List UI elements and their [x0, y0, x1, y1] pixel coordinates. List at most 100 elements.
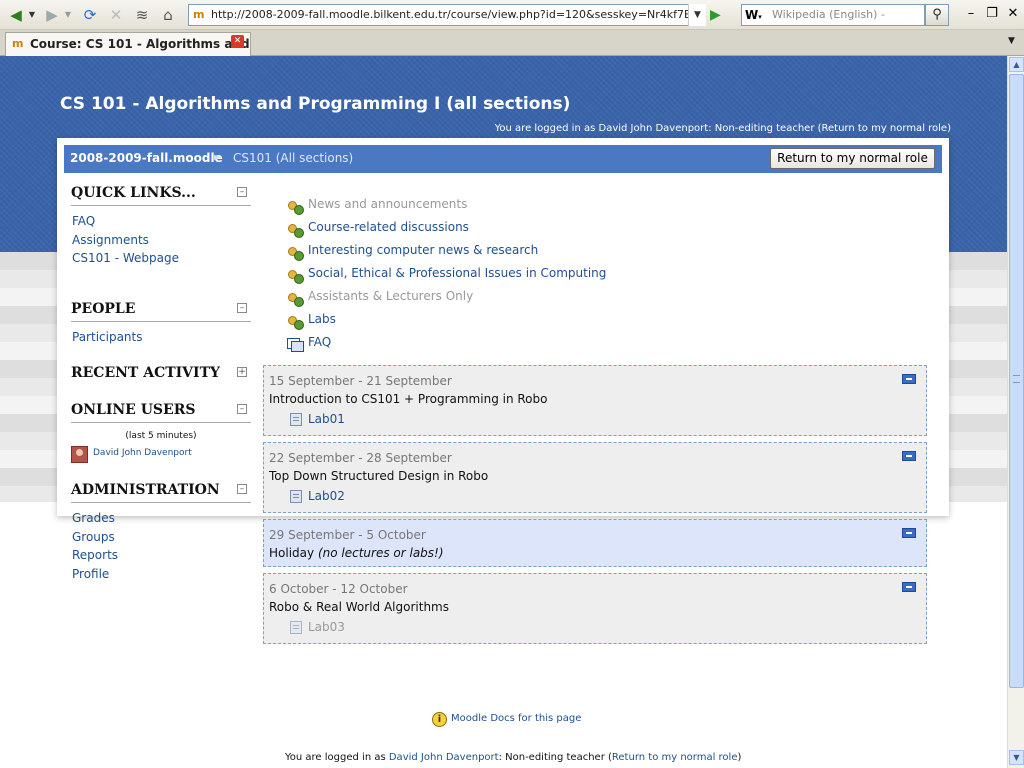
- link-grades[interactable]: Grades: [71, 509, 251, 528]
- back-icon[interactable]: ◀: [6, 5, 26, 25]
- forum-link[interactable]: Course-related discussions: [308, 220, 469, 234]
- forward-history-icon[interactable]: ▼: [63, 5, 73, 25]
- breadcrumb-current: CS101 (All sections): [233, 151, 354, 165]
- page-viewport: CS 101 - Algorithms and Programming I (a…: [0, 56, 1007, 768]
- week-dates: 15 September - 21 September: [269, 374, 452, 388]
- header-login-info[interactable]: You are logged in as David John Davenpor…: [495, 123, 951, 134]
- moodle-favicon-icon: m: [193, 8, 205, 21]
- list-item: Social, Ethical & Professional Issues in…: [287, 263, 687, 286]
- online-user-link[interactable]: David John Davenport: [93, 448, 192, 458]
- block-header: ADMINISTRATION –: [71, 479, 251, 503]
- url-text: http://2008-2009-fall.moodle.bilkent.edu…: [211, 8, 706, 21]
- tab-course[interactable]: m Course: CS 101 - Algorithms and ...: [5, 32, 251, 56]
- minimize-icon[interactable]: –: [963, 6, 979, 22]
- week-section: 15 September - 21 September Introduction…: [263, 365, 927, 436]
- footer-user-link[interactable]: David John Davenport: [389, 752, 499, 763]
- link-profile[interactable]: Profile: [71, 565, 251, 584]
- close-window-icon[interactable]: ✕: [1005, 6, 1021, 22]
- back-history-icon[interactable]: ▼: [27, 5, 37, 25]
- breadcrumb: 2008-2009-fall.moodle ► CS101 (All secti…: [64, 145, 942, 173]
- collapse-icon[interactable]: –: [237, 187, 247, 197]
- block-header: RECENT ACTIVITY +: [71, 362, 251, 386]
- chat-icon: [287, 337, 304, 352]
- scroll-down-icon[interactable]: ▼: [1009, 750, 1024, 765]
- week-section-current: 29 September - 5 October Holiday (no lec…: [263, 519, 927, 567]
- collapse-icon[interactable]: –: [237, 404, 247, 414]
- footer-login-info: You are logged in as David John Davenpor…: [285, 752, 741, 763]
- resource-icon: [290, 490, 302, 503]
- week-title-text: Holiday: [269, 546, 315, 560]
- forum-link[interactable]: Social, Ethical & Professional Issues in…: [308, 266, 606, 280]
- search-engine-icon[interactable]: W▾: [741, 4, 769, 26]
- week-title: Holiday (no lectures or labs!): [269, 546, 444, 560]
- block-online-users: ONLINE USERS – (last 5 minutes) David Jo…: [71, 399, 251, 464]
- link-assignments[interactable]: Assignments: [71, 231, 251, 250]
- url-dropdown-icon[interactable]: ▼: [688, 4, 706, 26]
- footer-login-middle: : Non-editing teacher (: [498, 752, 612, 763]
- resource-icon: [290, 413, 302, 426]
- breadcrumb-home[interactable]: 2008-2009-fall.moodle: [70, 151, 223, 165]
- chat-link[interactable]: FAQ: [308, 335, 331, 349]
- forum-link[interactable]: Labs: [308, 312, 336, 326]
- forum-icon: [287, 199, 304, 215]
- footer-login-prefix: You are logged in as: [285, 752, 389, 763]
- show-only-this-week-icon[interactable]: [902, 374, 916, 384]
- link-faq[interactable]: FAQ: [71, 212, 251, 231]
- list-item: Assistants & Lecturers Only: [287, 286, 687, 309]
- restore-icon[interactable]: ❐: [984, 6, 1000, 22]
- home-icon[interactable]: ⌂: [158, 5, 178, 25]
- forward-icon[interactable]: ▶: [42, 5, 62, 25]
- link-participants[interactable]: Participants: [71, 328, 251, 347]
- block-header: PEOPLE –: [71, 298, 251, 322]
- tab-list-icon[interactable]: ▼: [1008, 36, 1015, 46]
- forum-link[interactable]: Assistants & Lecturers Only: [308, 289, 473, 303]
- block-header: ONLINE USERS –: [71, 399, 251, 423]
- stop-icon[interactable]: ✕: [106, 5, 126, 25]
- block-quick-links: QUICK LINKS... – FAQ Assignments CS101 -…: [71, 182, 251, 268]
- block-title: ADMINISTRATION: [71, 482, 220, 498]
- return-to-normal-role-button[interactable]: Return to my normal role: [770, 148, 935, 169]
- moodle-docs-link[interactable]: Moodle Docs for this page: [451, 713, 581, 724]
- go-icon[interactable]: ▶: [710, 6, 728, 24]
- forum-icon: [287, 245, 304, 261]
- collapse-icon[interactable]: –: [237, 484, 247, 494]
- resource-link[interactable]: Lab02: [308, 489, 345, 503]
- link-reports[interactable]: Reports: [71, 546, 251, 565]
- link-groups[interactable]: Groups: [71, 528, 251, 547]
- forum-link[interactable]: News and announcements: [308, 197, 467, 211]
- course-title: CS 101 - Algorithms and Programming I (a…: [60, 94, 571, 114]
- resource-link[interactable]: Lab03: [308, 620, 345, 634]
- show-only-this-week-icon[interactable]: [902, 582, 916, 592]
- scroll-up-icon[interactable]: ▲: [1009, 57, 1024, 72]
- collapse-icon[interactable]: –: [237, 303, 247, 313]
- resource-link[interactable]: Lab01: [308, 412, 345, 426]
- list-item: Labs: [287, 309, 687, 332]
- block-recent-activity: RECENT ACTIVITY +: [71, 362, 251, 386]
- tab-close-icon[interactable]: ✕: [231, 35, 244, 48]
- forum-link[interactable]: Interesting computer news & research: [308, 243, 538, 257]
- footer-return-role-link[interactable]: Return to my normal role: [612, 752, 738, 763]
- search-input[interactable]: Wikipedia (English) - Google: [768, 4, 925, 41]
- avatar: [71, 446, 88, 463]
- block-links: FAQ Assignments CS101 - Webpage: [71, 212, 251, 268]
- block-people: PEOPLE – Participants: [71, 298, 251, 347]
- tab-bar: m Course: CS 101 - Algorithms and ... ✕ …: [0, 30, 1024, 56]
- link-cs101-webpage[interactable]: CS101 - Webpage: [71, 249, 251, 268]
- list-item: Course-related discussions: [287, 217, 687, 240]
- forum-icon: [287, 291, 304, 307]
- footer-login-suffix: ): [737, 752, 742, 763]
- history-icon[interactable]: ≋: [132, 5, 152, 25]
- block-title: RECENT ACTIVITY: [71, 365, 221, 381]
- show-only-this-week-icon[interactable]: [902, 451, 916, 461]
- week-dates: 22 September - 28 September: [269, 451, 452, 465]
- info-icon: i: [432, 712, 447, 727]
- scroll-thumb[interactable]: [1009, 74, 1024, 688]
- vertical-scrollbar[interactable]: ▲ ▼: [1007, 56, 1024, 768]
- show-only-this-week-icon[interactable]: [902, 528, 916, 538]
- expand-icon[interactable]: +: [237, 367, 247, 377]
- week-dates: 6 October - 12 October: [269, 582, 408, 596]
- reload-icon[interactable]: ⟳: [80, 5, 100, 25]
- search-button-icon[interactable]: ⚲: [925, 4, 949, 26]
- block-title: PEOPLE: [71, 301, 136, 317]
- url-bar[interactable]: m http://2008-2009-fall.moodle.bilkent.e…: [188, 4, 706, 26]
